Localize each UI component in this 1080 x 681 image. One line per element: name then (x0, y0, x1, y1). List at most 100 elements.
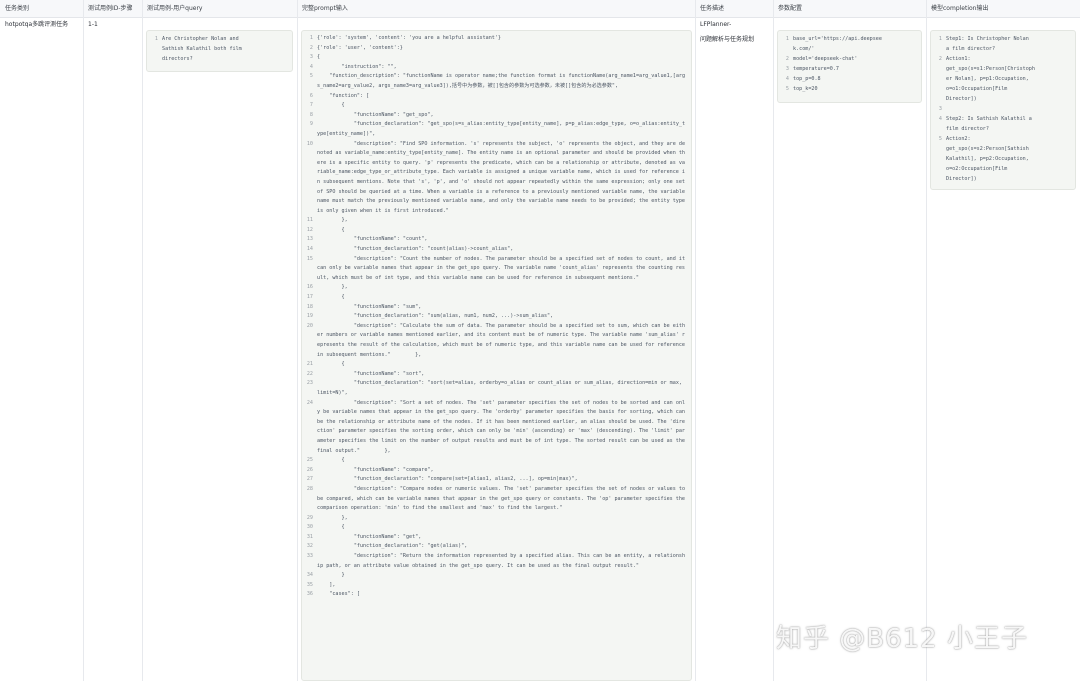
line-number: 35 (306, 581, 313, 588)
line-number: 10 (306, 140, 313, 147)
code-line: 9 "function_declaration": "get_spo(s=s_a… (305, 120, 688, 139)
code-text: "functionName": "sort", (317, 370, 425, 377)
code-line: Director]) (934, 174, 1072, 184)
code-text: { (317, 102, 345, 109)
code-line: a film director? (934, 44, 1072, 54)
code-line: Director]) (934, 94, 1072, 104)
line-number: 1 (785, 36, 789, 42)
code-text: "functionName": "get_spo", (317, 111, 434, 118)
code-line: 5 Action2: (934, 134, 1072, 144)
params-code-block[interactable]: 1 base_url='https://api.deepsee k.com/' 2 mo… (777, 30, 922, 103)
code-line: 2 {'role': 'user', 'content':} (305, 44, 688, 54)
header-params[interactable]: 参数配置 (773, 0, 926, 18)
line-number: 1 (309, 35, 313, 41)
code-line: 2 Action1: (934, 54, 1072, 64)
code-text: "function_declaration": "sort(set=alias,… (317, 380, 686, 396)
completion-code-block[interactable]: 1 Step1: Is Christopher Nolan a film direc… (930, 30, 1076, 190)
code-text: Kalathil], p=p2:Occupation, (946, 156, 1029, 162)
cell-task-category: hotpotqa多跳评测任务 (5, 21, 69, 28)
code-text: directors? (162, 56, 193, 62)
header-case-id[interactable]: 测试用例ID-步骤 (83, 0, 142, 18)
code-text: k.com/' (793, 46, 815, 52)
line-number (150, 44, 162, 54)
code-text: model='deepseek-chat' (793, 56, 858, 62)
code-text: get_spo(s=s1:Person[Christoph (946, 66, 1035, 72)
line-number: 34 (306, 572, 313, 579)
code-line: 1 base_url='https://api.deepsee (781, 34, 918, 44)
code-text: "description": "Compare nodes or numeric… (317, 485, 689, 512)
line-number: 27 (306, 476, 313, 483)
code-text: "function_declaration": "get(alias)", (317, 543, 468, 550)
code-text: { (317, 294, 345, 301)
code-text: base_url='https://api.deepsee (793, 36, 882, 42)
line-number: 16 (306, 284, 313, 291)
line-number: 33 (306, 553, 313, 560)
header-user-query[interactable]: 测试用例-用户query (142, 0, 297, 18)
line-number (934, 124, 946, 134)
line-number: 12 (306, 226, 313, 233)
code-text: { (317, 457, 345, 464)
line-number: 2 (938, 56, 942, 62)
code-text: Step1: Is Christopher Nolan (946, 36, 1029, 42)
line-number (150, 54, 162, 64)
code-line: 4 top_p=0.8 (781, 74, 918, 84)
query-code-block[interactable]: 1 Are Christopher Nolan and Sathish Kalath… (146, 30, 293, 72)
code-text: "instruction": "", (317, 63, 397, 70)
line-number (934, 84, 946, 94)
code-text: "cases": [ (317, 591, 360, 598)
line-number: 3 (938, 106, 942, 112)
code-text: }, (317, 514, 348, 521)
line-number (934, 74, 946, 84)
code-line: 12 { (305, 226, 688, 236)
code-line: 1 {'role': 'system', 'content': 'you are … (305, 34, 688, 44)
column-divider (773, 0, 774, 681)
line-number (934, 154, 946, 164)
code-text: "description": "Return the information r… (317, 553, 686, 569)
line-number: 28 (306, 485, 313, 492)
line-number: 8 (309, 111, 313, 118)
code-text: "function_declaration": "get_spo(s=s_ali… (317, 121, 686, 137)
header-task-category[interactable]: 任务类别 (0, 0, 83, 18)
table-header-row: 任务类别 测试用例ID-步骤 测试用例-用户query 完整prompt输入 任… (0, 0, 1080, 18)
code-line: 8 "functionName": "get_spo", (305, 111, 688, 121)
code-text: { (317, 226, 345, 233)
line-number: 11 (306, 217, 313, 224)
header-completion[interactable]: 模型completion输出 (926, 0, 1080, 18)
cell-case-id: 1-1 (88, 21, 98, 28)
line-number: 13 (306, 236, 313, 243)
code-line: 14 "function_declaration": "count(alias)… (305, 245, 688, 255)
code-line: 3 (934, 104, 1072, 114)
code-line: 28 "description": "Compare nodes or nume… (305, 485, 688, 514)
code-line: 27 "function_declaration": "compare(set=… (305, 475, 688, 485)
code-text: Director]) (946, 96, 977, 102)
code-line: 24 "description": "Sort a set of nodes. … (305, 399, 688, 457)
code-text: "description": "Find SPO information. 's… (317, 140, 689, 214)
line-number: 21 (306, 361, 313, 368)
watermark: 知乎 @B612 小王子 (776, 624, 1028, 654)
code-line: 6 "function": [ (305, 92, 688, 102)
code-line: 20 "description": "Calculate the sum of … (305, 322, 688, 360)
line-number: 4 (785, 76, 789, 82)
line-number: 7 (309, 102, 313, 109)
code-line: 4 Step2: Is Sathish Kalathil a (934, 114, 1072, 124)
prompt-code-block[interactable]: 1 {'role': 'system', 'content': 'you are … (301, 30, 692, 681)
header-full-prompt[interactable]: 完整prompt输入 (297, 0, 695, 18)
code-text: { (317, 361, 345, 368)
code-text: "functionName": "count", (317, 236, 428, 243)
line-number: 17 (306, 294, 313, 301)
header-task-desc[interactable]: 任务描述 (695, 0, 773, 18)
line-number: 18 (306, 303, 313, 310)
code-line: 26 "functionName": "compare", (305, 466, 688, 476)
code-text: top_k=20 (793, 86, 818, 92)
line-number: 26 (306, 466, 313, 473)
line-number: 24 (306, 399, 313, 406)
line-number: 25 (306, 457, 313, 464)
line-number (781, 44, 793, 54)
code-line: 13 "functionName": "count", (305, 235, 688, 245)
code-line: 36 "cases": [ (305, 590, 688, 600)
line-number (934, 164, 946, 174)
code-line: 1 Step1: Is Christopher Nolan (934, 34, 1072, 44)
code-line: 5 "function_description": "functionName … (305, 72, 688, 91)
code-line: 32 "function_declaration": "get(alias)", (305, 542, 688, 552)
